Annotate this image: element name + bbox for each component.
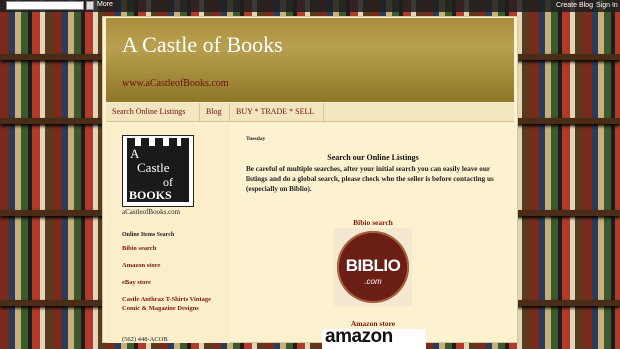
phone-number: (562) 448-ACOB xyxy=(122,336,168,343)
biblio-logo-sub: .com xyxy=(364,277,382,286)
sign-in-link[interactable]: Sign In xyxy=(596,2,618,9)
svg-text:A: A xyxy=(130,146,140,161)
navbar-search-input[interactable] xyxy=(6,1,84,10)
sidebar-link-bibio-search[interactable]: Bibio search xyxy=(122,244,218,253)
navbar-search-button[interactable] xyxy=(86,1,94,10)
sidebar-link-amazon-store[interactable]: Amazon store xyxy=(122,261,218,270)
blog-post: Tuesday Search our Online Listings Be ca… xyxy=(232,124,514,349)
navbar-more-link[interactable]: More xyxy=(97,1,113,8)
blog-title[interactable]: A Castle of Books xyxy=(122,32,283,58)
logo-caption: aCastleofBooks.com xyxy=(122,208,181,216)
sidebar-heading: Online Items Search xyxy=(122,232,175,238)
sidebar: A Castle of BOOKS aCastleofBooks.com Onl… xyxy=(106,124,230,343)
biblio-logo-image[interactable]: BIBLIO .com xyxy=(334,228,412,306)
amazon-store-link[interactable]: Amazon store xyxy=(232,319,514,328)
sidebar-link-castle-anthrax[interactable]: Castle Anthrax T-Shirts Vintage Comic & … xyxy=(122,295,218,313)
biblio-logo-text: BIBLIO xyxy=(345,256,401,275)
castle-logo-icon: A Castle of BOOKS xyxy=(123,136,193,206)
page-tabs: Search Online Listings Blog BUY * TRADE … xyxy=(106,103,514,122)
create-blog-link[interactable]: Create Blog xyxy=(556,2,593,9)
post-date: Tuesday xyxy=(246,136,266,142)
svg-text:of: of xyxy=(163,175,173,189)
blog-url: www.aCastleofBooks.com xyxy=(122,78,229,89)
tab-buy-trade-sell[interactable]: BUY * TRADE * SELL xyxy=(230,103,324,121)
amazon-logo-text: amazon xyxy=(325,329,393,347)
tab-search-online-listings[interactable]: Search Online Listings xyxy=(106,103,200,121)
svg-text:Castle: Castle xyxy=(137,160,170,175)
amazon-logo-image[interactable]: amazon xyxy=(322,329,426,349)
post-title: Search our Online Listings xyxy=(327,153,419,162)
biblio-search-link[interactable]: Bibio search xyxy=(232,218,514,227)
biblio-badge: BIBLIO .com xyxy=(337,231,409,303)
svg-text:BOOKS: BOOKS xyxy=(129,188,172,202)
tab-blog[interactable]: Blog xyxy=(200,103,230,121)
blogger-navbar: More Create Blog Sign In xyxy=(0,0,620,12)
blog-header: A Castle of Books www.aCastleofBooks.com xyxy=(106,18,514,102)
castle-of-books-logo[interactable]: A Castle of BOOKS xyxy=(122,135,194,207)
post-body: Be careful of multiple searches, after y… xyxy=(246,165,494,193)
sidebar-link-ebay-store[interactable]: eBay store xyxy=(122,278,218,287)
